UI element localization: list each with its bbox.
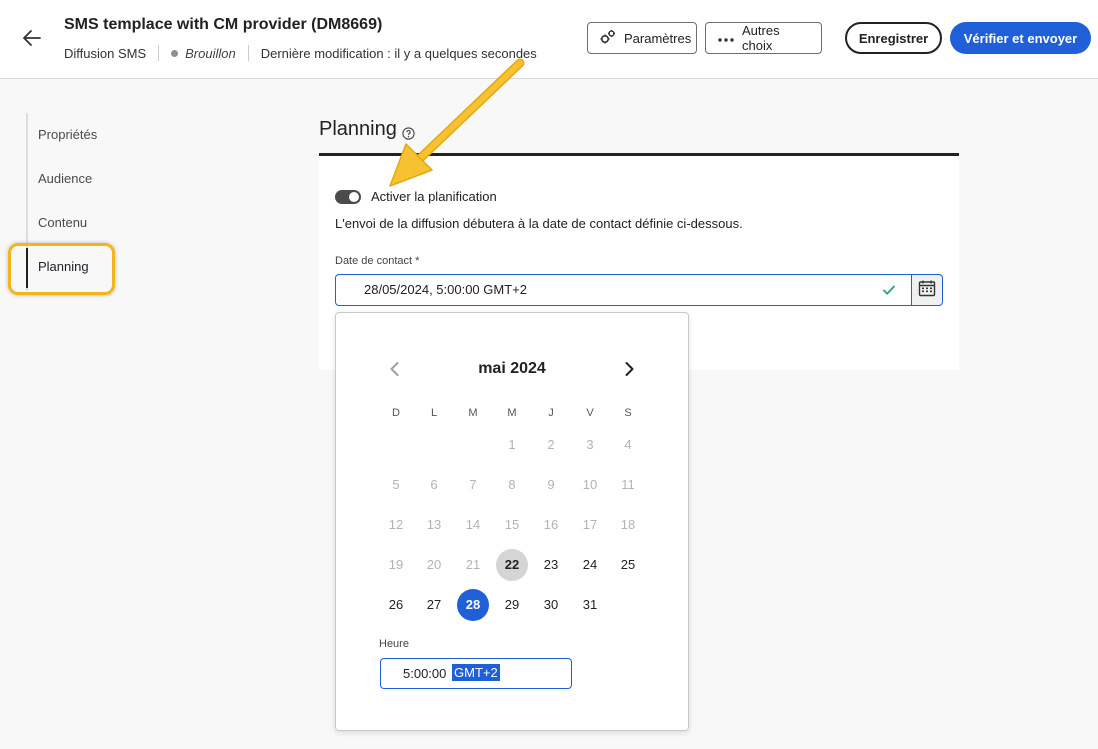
section-nav: Propriétés Audience Contenu Planning xyxy=(26,113,116,291)
contact-date-label: Date de contact * xyxy=(335,255,420,267)
nav-item-properties[interactable]: Propriétés xyxy=(38,127,97,142)
calendar-day: 13 xyxy=(426,517,442,532)
weekday-label: J xyxy=(548,407,554,419)
calendar-day[interactable]: 24 xyxy=(574,549,606,581)
nav-item-audience[interactable]: Audience xyxy=(38,171,92,186)
contact-date-input[interactable] xyxy=(364,282,864,297)
back-arrow-icon[interactable] xyxy=(20,26,44,50)
contact-date-field[interactable] xyxy=(335,274,912,306)
timezone-selected-text: GMT+2 xyxy=(452,664,500,681)
time-field[interactable]: 5:00:00 GMT+2 xyxy=(380,658,572,689)
calendar-day: 11 xyxy=(621,477,635,492)
weekday-label: S xyxy=(624,407,632,419)
weekday-label: L xyxy=(430,407,438,419)
toggle-knob xyxy=(349,192,359,202)
calendar-day: 14 xyxy=(465,517,481,532)
more-options-label: Autres choix xyxy=(742,23,780,53)
status-dot xyxy=(171,49,179,57)
more-dots-icon xyxy=(717,31,735,46)
parameters-button[interactable]: Paramètres xyxy=(587,22,697,54)
calendar-day: 3 xyxy=(586,437,594,452)
calendar-day: 18 xyxy=(620,517,636,532)
calendar-day-today[interactable]: 22 xyxy=(496,549,528,581)
divider xyxy=(158,45,160,61)
calendar-button[interactable] xyxy=(911,274,943,306)
channel-label: Diffusion SMS xyxy=(64,45,147,61)
calendar-day: 8 xyxy=(508,477,516,492)
schedule-toggle[interactable] xyxy=(335,190,361,204)
calendar-day: 1 xyxy=(508,437,516,452)
calendar-day[interactable]: 25 xyxy=(612,549,644,581)
calendar-day[interactable]: 26 xyxy=(380,589,412,621)
calendar-day: 9 xyxy=(547,477,555,492)
calendar-day: 6 xyxy=(430,477,438,492)
nav-item-planning[interactable]: Planning xyxy=(38,259,89,274)
nav-item-content[interactable]: Contenu xyxy=(38,215,87,230)
app-header: SMS templace with CM provider (DM8669) D… xyxy=(0,0,1098,79)
calendar-day: 20 xyxy=(426,557,442,572)
previous-month-button[interactable] xyxy=(386,360,404,378)
calendar-day[interactable]: 31 xyxy=(574,589,606,621)
calendar-day: 21 xyxy=(465,557,481,572)
next-month-button[interactable] xyxy=(620,360,638,378)
schedule-toggle-label: Activer la planification xyxy=(371,189,497,204)
calendar-day[interactable]: 29 xyxy=(496,589,528,621)
review-send-button[interactable]: Vérifier et envoyer xyxy=(950,22,1091,54)
page-title: SMS templace with CM provider (DM8669) xyxy=(64,16,383,33)
time-value: 5:00:00 xyxy=(403,666,447,681)
calendar-icon xyxy=(918,279,936,302)
last-modified-text: Dernière modification : il y a quelques … xyxy=(260,45,537,61)
calendar-day: 10 xyxy=(582,477,598,492)
calendar-day: 12 xyxy=(388,517,404,532)
calendar-day: 17 xyxy=(582,517,598,532)
calendar-day: 7 xyxy=(469,477,477,492)
weekday-label: M xyxy=(468,407,478,419)
calendar-day[interactable]: 23 xyxy=(535,549,567,581)
calendar-day[interactable]: 27 xyxy=(418,589,450,621)
gears-icon xyxy=(599,29,617,48)
calendar-day: 4 xyxy=(624,437,632,452)
help-circle-icon[interactable] xyxy=(402,123,415,140)
calendar-day[interactable]: 30 xyxy=(535,589,567,621)
calendar-day: 2 xyxy=(547,437,555,452)
page-subtitle: Diffusion SMS Brouillon Dernière modific… xyxy=(64,45,537,61)
weekday-label: V xyxy=(586,407,594,419)
parameters-label: Paramètres xyxy=(624,30,692,46)
divider xyxy=(247,45,249,61)
time-label: Heure xyxy=(379,638,409,650)
calendar-day: 19 xyxy=(388,557,404,572)
schedule-helptext: L'envoi de la diffusion débutera à la da… xyxy=(335,216,743,231)
active-nav-indicator xyxy=(26,248,28,288)
weekday-label: M xyxy=(507,407,517,419)
planning-title: Planning xyxy=(319,118,397,140)
save-button[interactable]: Enregistrer xyxy=(845,22,942,54)
status-badge: Brouillon xyxy=(185,45,236,61)
calendar-day: 15 xyxy=(504,517,520,532)
checkmark-icon xyxy=(882,283,896,297)
section-title: Planning xyxy=(319,118,415,141)
weekday-label: D xyxy=(392,407,400,419)
calendar-day: 5 xyxy=(392,477,400,492)
more-options-button[interactable]: Autres choix xyxy=(705,22,822,54)
calendar-day: 16 xyxy=(543,517,559,532)
calendar-day-selected[interactable]: 28 xyxy=(457,589,489,621)
